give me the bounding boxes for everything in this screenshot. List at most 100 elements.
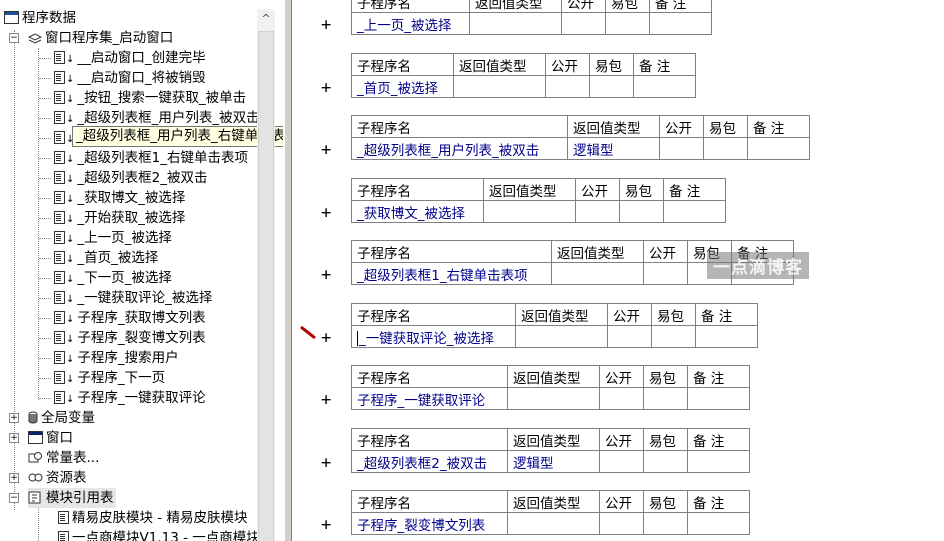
expand-subprogram-icon[interactable]: +	[321, 390, 331, 410]
tree-window-set[interactable]: 窗口程序集_启动窗口	[27, 28, 173, 48]
subprogram-name-cell[interactable]: _一键获取评论_被选择	[351, 325, 516, 348]
tree-subprogram-item[interactable]: ↓ 子程序_裂变博文列表	[52, 328, 206, 348]
easy-pkg-cell[interactable]	[589, 75, 634, 98]
tree-subprogram-item[interactable]: ↓ _首页_被选择	[52, 248, 158, 268]
expand-subprogram-icon[interactable]: +	[321, 328, 331, 348]
tree-module-item[interactable]: 精易皮肤模块 - 精易皮肤模块	[56, 508, 247, 528]
tree-guide-line	[39, 218, 51, 219]
tree-subprogram-item[interactable]: ↓ __启动窗口_创建完毕	[52, 48, 206, 68]
table-row[interactable]: _上一页_被选择	[351, 12, 712, 35]
expand-subprogram-icon[interactable]: +	[321, 265, 331, 285]
return-type-cell[interactable]: 逻辑型	[507, 450, 600, 473]
scrollbar-thumb[interactable]	[258, 31, 274, 541]
collapse-toggle[interactable]: −	[9, 33, 19, 43]
public-cell[interactable]	[643, 262, 688, 285]
tree-module-refs[interactable]: 模块引用表	[28, 488, 116, 508]
easy-pkg-cell[interactable]	[643, 387, 688, 410]
collapse-toggle[interactable]: −	[9, 493, 19, 503]
public-cell[interactable]	[599, 387, 644, 410]
expand-subprogram-icon[interactable]: +	[321, 78, 331, 98]
public-cell[interactable]	[575, 200, 620, 223]
table-row[interactable]: _超级列表框_用户列表_被双击 逻辑型	[351, 137, 810, 160]
easy-pkg-cell[interactable]	[643, 512, 688, 535]
tree-subprogram-item[interactable]: ↓ _按钮_搜索一键获取_被单击	[52, 88, 246, 108]
easy-pkg-cell[interactable]	[703, 137, 748, 160]
tree-subprogram-item[interactable]: ↓ _超级列表框2_被双击	[52, 168, 207, 188]
expand-toggle[interactable]: +	[9, 413, 19, 423]
table-row[interactable]: _超级列表框2_被双击 逻辑型	[351, 450, 750, 473]
return-type-cell[interactable]	[453, 75, 546, 98]
easy-pkg-cell[interactable]	[619, 200, 664, 223]
public-cell[interactable]	[607, 325, 652, 348]
remark-cell[interactable]	[687, 450, 750, 473]
expand-toggle[interactable]: +	[9, 433, 19, 443]
tree-subprogram-item[interactable]: ↓ _一键获取评论_被选择	[52, 288, 212, 308]
tree-subprogram-item[interactable]: ↓ _获取博文_被选择	[52, 188, 185, 208]
subprogram-name-cell[interactable]: _超级列表框2_被双击	[351, 450, 508, 473]
return-type-cell[interactable]	[507, 387, 600, 410]
public-cell[interactable]	[561, 12, 606, 35]
subprogram-name-cell[interactable]: _首页_被选择	[351, 75, 454, 98]
remark-cell[interactable]	[663, 200, 726, 223]
table-row[interactable]: 子程序_裂变博文列表	[351, 512, 750, 535]
tree-subprogram-label: _一键获取评论_被选择	[77, 290, 213, 306]
return-type-cell[interactable]	[469, 12, 562, 35]
subprogram-name-cell[interactable]: 子程序_一键获取评论	[351, 387, 508, 410]
public-cell[interactable]	[599, 512, 644, 535]
tree-subprogram-item[interactable]: ↓ _开始获取_被选择	[52, 208, 185, 228]
expand-subprogram-icon[interactable]: +	[321, 515, 331, 535]
table-row[interactable]: 子程序_一键获取评论	[351, 387, 750, 410]
tree-subprogram-item[interactable]: ↓ 子程序_下一页	[52, 368, 165, 388]
tree-subprogram-item[interactable]: ↓ _下一页_被选择	[52, 268, 172, 288]
expand-subprogram-icon[interactable]: +	[321, 15, 331, 35]
program-tree-panel[interactable]: 程序数据 − 窗口程序集_启动窗口 ↓ __启动窗口_创建完毕 ↓ __启动窗口_将被…	[0, 0, 283, 541]
table-row[interactable]: _获取博文_被选择	[351, 200, 726, 223]
tree-resources[interactable]: 资源表	[28, 468, 87, 488]
subprogram-name-cell[interactable]: _上一页_被选择	[351, 12, 470, 35]
table-row[interactable]: _首页_被选择	[351, 75, 696, 98]
tree-subprogram-item[interactable]: ↓ 子程序_搜索用户	[52, 348, 179, 368]
code-editor[interactable]: + 子程序名 返回值类型 公开 易包备 注 _上一页_被选择 + 子程序名 返回值类型 公开 易包备…	[293, 0, 944, 541]
return-type-cell[interactable]	[551, 262, 644, 285]
tree-subprogram-item[interactable]: ↓ _超级列表框1_右键单击表项	[52, 148, 248, 168]
easy-pkg-cell[interactable]	[605, 12, 650, 35]
scroll-up-icon[interactable]: ^	[257, 9, 275, 29]
return-type-cell[interactable]	[483, 200, 576, 223]
remark-cell[interactable]	[747, 137, 810, 160]
remark-cell[interactable]	[633, 75, 696, 98]
return-type-cell[interactable]	[515, 325, 608, 348]
expand-subprogram-icon[interactable]: +	[321, 140, 331, 160]
tree-root[interactable]: 程序数据	[4, 8, 76, 28]
return-type-cell[interactable]: 逻辑型	[567, 137, 660, 160]
remark-cell[interactable]	[649, 12, 712, 35]
expand-toggle[interactable]: +	[9, 473, 19, 483]
panel-splitter[interactable]	[284, 0, 292, 541]
subprogram-name-cell[interactable]: 子程序_裂变博文列表	[351, 512, 508, 535]
return-type-cell[interactable]	[507, 512, 600, 535]
resources-icon	[28, 470, 43, 483]
public-cell[interactable]	[659, 137, 704, 160]
tree-window[interactable]: 窗口	[28, 428, 73, 448]
table-row[interactable]: _一键获取评论_被选择	[351, 325, 758, 348]
tree-constants[interactable]: 常量表...	[28, 448, 99, 468]
easy-pkg-cell[interactable]	[643, 450, 688, 473]
remark-cell[interactable]	[695, 325, 758, 348]
tree-subprogram-item[interactable]: ↓ 子程序_获取博文列表	[52, 308, 206, 328]
expand-subprogram-icon[interactable]: +	[321, 203, 331, 223]
tree-subprogram-item[interactable]: ↓ 子程序_一键获取评论	[52, 388, 206, 408]
expand-subprogram-icon[interactable]: +	[321, 453, 331, 473]
easy-pkg-cell[interactable]	[651, 325, 696, 348]
subprogram-name-cell[interactable]: _超级列表框_用户列表_被双击	[351, 137, 568, 160]
subprogram-name-cell[interactable]: _获取博文_被选择	[351, 200, 484, 223]
remark-cell[interactable]	[687, 387, 750, 410]
subprogram-name-cell[interactable]: _超级列表框1_右键单击表项	[351, 262, 552, 285]
remark-cell[interactable]	[687, 512, 750, 535]
tree-subprogram-item[interactable]: ↓ _超级列表框_用户列表_被双击	[52, 108, 260, 128]
tree-subprogram-item[interactable]: ↓ _上一页_被选择	[52, 228, 172, 248]
tree-subprogram-item[interactable]: ↓ __启动窗口_将被销毁	[52, 68, 206, 88]
public-cell[interactable]	[545, 75, 590, 98]
tree-global-vars[interactable]: 全局变量	[28, 408, 95, 428]
tree-scrollbar[interactable]: ^	[257, 9, 275, 541]
tree-module-item[interactable]: 一点商模块V1.13 - 一点商模块	[56, 528, 260, 541]
public-cell[interactable]	[599, 450, 644, 473]
